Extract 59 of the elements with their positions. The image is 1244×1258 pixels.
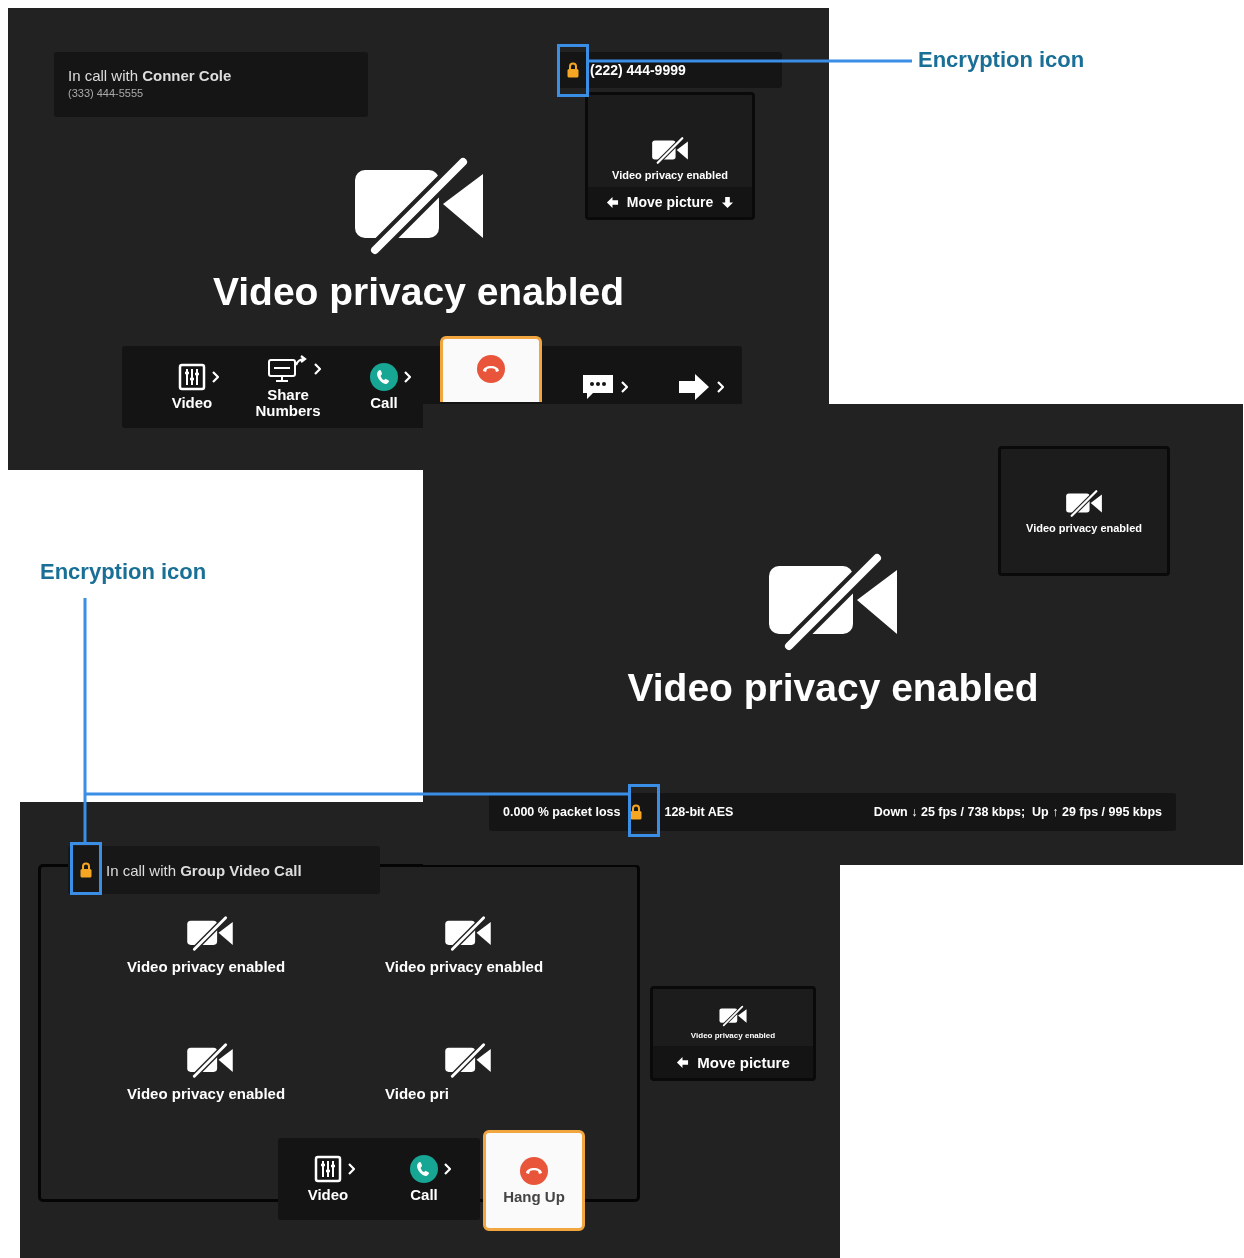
highlight-frame (70, 842, 102, 895)
camera-off-icon (1066, 488, 1102, 518)
speech-bubble-icon (580, 373, 615, 401)
highlight-frame (628, 784, 660, 837)
camera-off-icon (445, 1042, 491, 1079)
self-view-label: Video privacy enabled (612, 169, 728, 181)
chevron-icon (210, 371, 219, 383)
chevron-icon (346, 1163, 355, 1175)
right-arrow-icon (676, 373, 711, 401)
tile-label: Video privacy enabled (385, 958, 545, 975)
monitor-share-icon (267, 355, 308, 383)
tile-label: Video pri (385, 1085, 450, 1102)
toolbar-button[interactable]: Video (280, 1155, 376, 1203)
self-view-window[interactable]: Video privacy enabled Move picture (585, 92, 755, 220)
self-view-window[interactable]: Video privacy enabled Move picture (650, 986, 816, 1081)
toolbar-button[interactable]: Call (376, 1155, 472, 1203)
camera-off-icon (769, 550, 897, 654)
phone-icon (409, 1155, 438, 1183)
toolbar-button[interactable]: Video (144, 363, 240, 411)
chevron-icon (312, 363, 321, 375)
privacy-message: Video privacy enabled (627, 666, 1039, 710)
chevron-icon (619, 381, 628, 393)
privacy-message: Video privacy enabled (212, 270, 625, 314)
toolbar-button[interactable]: Call (336, 363, 432, 411)
camera-off-icon (719, 1005, 747, 1027)
callout-label: Encryption icon (918, 47, 1085, 73)
tile-label: Video privacy enabled (127, 1085, 287, 1102)
call-header-text: In call with Group Video Call (106, 861, 302, 879)
move-picture-bar[interactable]: Move picture (588, 187, 752, 217)
camera-off-icon (652, 136, 688, 165)
bitrate-stats: Down ↓ 25 fps / 738 kbps; Up ↑ 29 fps / 995 kbps (873, 805, 1162, 819)
camera-off-icon (445, 915, 491, 952)
hang-up-button[interactable]: Hang Up (483, 1130, 585, 1231)
encryption-type: 128-bit AES (664, 805, 734, 819)
phone-icon (369, 363, 398, 391)
tile-label: Video privacy enabled (127, 958, 287, 975)
camera-off-icon (187, 1042, 233, 1079)
highlight-frame (557, 44, 589, 97)
toolbar-button[interactable]: Share Numbers (240, 355, 336, 419)
chevron-icon (715, 381, 724, 393)
callout-label: Encryption icon (40, 559, 207, 585)
sliders-icon (177, 363, 206, 391)
hang-up-icon (477, 355, 505, 383)
remote-number: (222) 444-9999 (590, 62, 686, 78)
packet-loss: 0.000 % packet loss (503, 805, 621, 819)
self-view-label: Video privacy enabled (690, 1031, 776, 1040)
move-picture-label: Move picture (626, 194, 714, 210)
hang-up-icon (520, 1156, 548, 1185)
camera-off-icon (354, 154, 483, 258)
chevron-icon (442, 1163, 451, 1175)
self-view-window[interactable]: Video privacy enabled (998, 446, 1170, 576)
self-view-label: Video privacy enabled (1026, 521, 1142, 534)
chevron-icon (402, 371, 411, 383)
camera-off-icon (187, 915, 233, 952)
move-picture-bar[interactable]: Move picture (653, 1046, 813, 1078)
sliders-icon (313, 1155, 342, 1183)
caller-text: In call with Conner Cole (68, 67, 233, 84)
caller-number: (333) 444-5555 (68, 87, 145, 99)
move-picture-label: Move picture (697, 1053, 790, 1071)
